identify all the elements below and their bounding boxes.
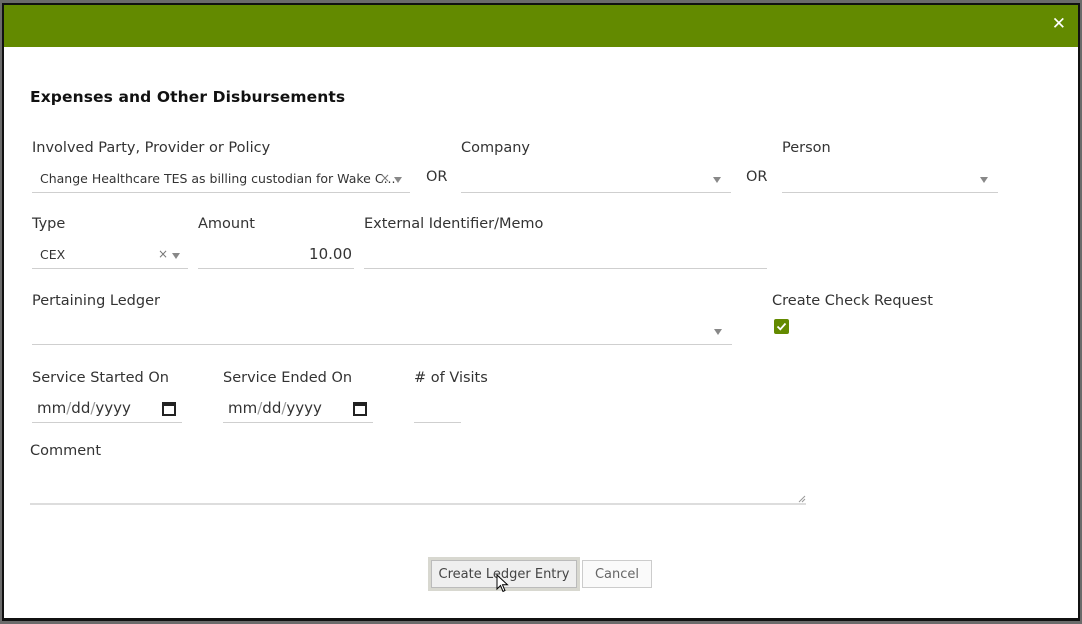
service-ended-label: Service Ended On xyxy=(223,370,353,386)
comment-textarea[interactable] xyxy=(30,475,806,505)
person-select[interactable] xyxy=(782,165,998,193)
chevron-down-icon[interactable] xyxy=(394,177,402,183)
pertaining-ledger-select[interactable] xyxy=(32,317,732,345)
amount-value: 10.00 xyxy=(309,245,352,263)
external-identifier-input[interactable] xyxy=(364,241,767,269)
create-check-request-label: Create Check Request xyxy=(772,293,933,309)
mouse-cursor-icon xyxy=(496,574,509,593)
date-placeholder: mm/dd/yyyy xyxy=(228,399,322,417)
clear-icon[interactable]: × xyxy=(158,247,168,261)
or-separator: OR xyxy=(426,169,448,185)
cancel-button[interactable]: Cancel xyxy=(582,560,652,588)
check-icon xyxy=(776,322,787,331)
calendar-icon[interactable] xyxy=(353,401,367,416)
involved-party-label: Involved Party, Provider or Policy xyxy=(32,140,271,156)
or-separator: OR xyxy=(746,169,768,185)
dialog-header: ✕ xyxy=(4,5,1078,47)
comment-label: Comment xyxy=(30,443,102,459)
service-ended-date-input[interactable]: mm/dd/yyyy xyxy=(223,395,373,423)
chevron-down-icon[interactable] xyxy=(713,177,721,183)
amount-input[interactable]: 10.00 xyxy=(198,241,354,269)
pertaining-ledger-label: Pertaining Ledger xyxy=(32,293,160,309)
external-identifier-label: External Identifier/Memo xyxy=(364,216,544,232)
company-select[interactable] xyxy=(461,165,731,193)
num-visits-input[interactable] xyxy=(414,395,461,423)
service-started-label: Service Started On xyxy=(32,370,169,386)
create-check-request-checkbox[interactable] xyxy=(774,319,789,334)
close-icon[interactable]: ✕ xyxy=(1052,14,1066,34)
chevron-down-icon[interactable] xyxy=(172,253,180,259)
type-label: Type xyxy=(32,216,66,232)
num-visits-label: # of Visits xyxy=(414,370,488,386)
service-started-date-input[interactable]: mm/dd/yyyy xyxy=(32,395,182,423)
clear-icon[interactable]: × xyxy=(380,171,390,185)
resize-handle-icon[interactable] xyxy=(798,495,806,503)
involved-party-value: Change Healthcare TES as billing custodi… xyxy=(40,171,396,186)
calendar-icon[interactable] xyxy=(162,401,176,416)
chevron-down-icon[interactable] xyxy=(714,329,722,335)
company-label: Company xyxy=(461,140,530,156)
involved-party-select[interactable]: Change Healthcare TES as billing custodi… xyxy=(32,165,410,193)
dialog-title: Expenses and Other Disbursements xyxy=(30,88,346,106)
type-select[interactable]: CEX × xyxy=(32,241,188,269)
chevron-down-icon[interactable] xyxy=(980,177,988,183)
amount-label: Amount xyxy=(198,216,255,232)
person-label: Person xyxy=(782,140,831,156)
expense-dialog: ✕ Expenses and Other Disbursements Invol… xyxy=(2,3,1080,621)
date-placeholder: mm/dd/yyyy xyxy=(37,399,131,417)
type-value: CEX xyxy=(40,247,66,262)
